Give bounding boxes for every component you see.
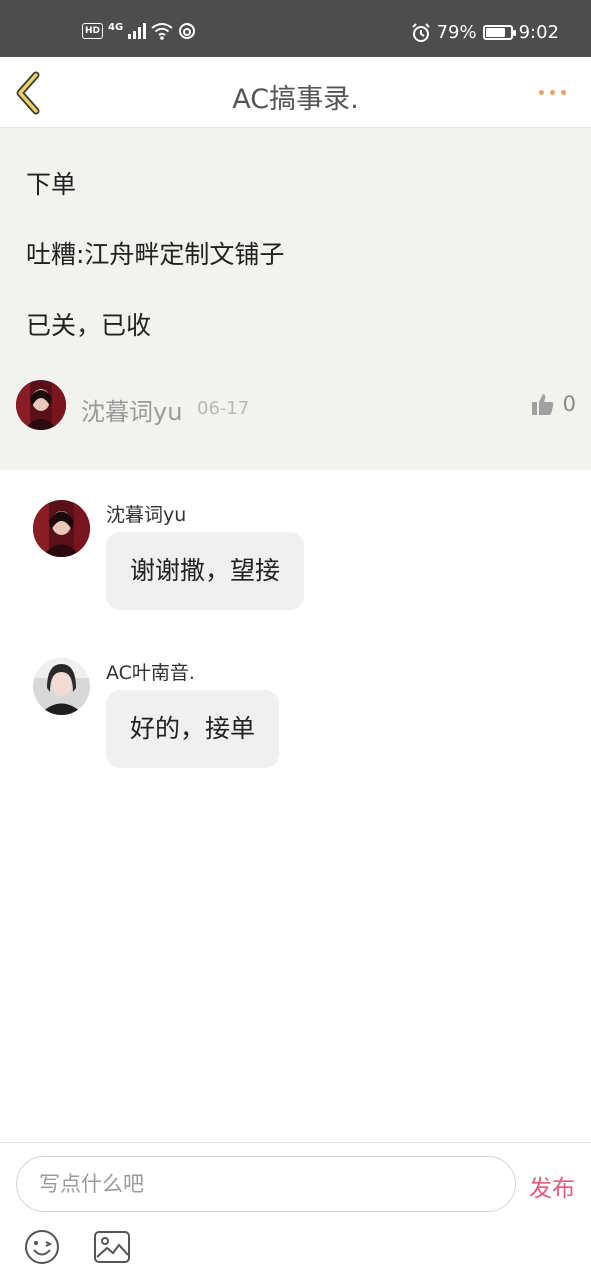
battery-fill (485, 28, 505, 37)
more-dots-icon (550, 89, 555, 95)
avatar[interactable] (33, 500, 90, 557)
battery-icon (482, 25, 516, 40)
more-button[interactable] (539, 85, 571, 99)
image-button[interactable] (94, 1231, 130, 1263)
status-bar: HD 4G 79% 9:02 (0, 0, 591, 57)
image-icon (94, 1231, 130, 1263)
comment-author[interactable]: AC叶南音. (106, 658, 195, 685)
post-line: 吐糟:江舟畔定制文铺子 (26, 240, 285, 269)
post-date: 06-17 (197, 398, 250, 419)
page-title: AC搞事录. (232, 84, 359, 115)
post-line: 已关，已收 (26, 311, 152, 340)
thumbs-up-icon (531, 394, 553, 415)
alarm-icon (411, 22, 430, 42)
like-count: 0 (562, 392, 576, 416)
battery-percent: 79% (436, 22, 477, 43)
publish-button[interactable]: 发布 (529, 1169, 575, 1203)
avatar[interactable] (33, 658, 90, 715)
post-author-name[interactable]: 沈暮词yu (81, 392, 182, 427)
more-dots-icon (561, 89, 566, 95)
status-right: 79% 9:02 (411, 22, 559, 43)
comment-input[interactable] (16, 1156, 516, 1212)
more-dots-icon (539, 89, 544, 95)
comment-composer: 发布 (0, 1142, 591, 1280)
sync-icon (179, 23, 196, 39)
status-left: HD 4G (82, 22, 196, 40)
wifi-icon (151, 23, 173, 40)
top-nav: AC搞事录. (0, 57, 591, 128)
comment-bubble[interactable]: 好的，接单 (106, 690, 280, 768)
post-author-row: 沈暮词yu 06-17 0 (16, 380, 576, 432)
emoji-button[interactable] (24, 1229, 60, 1265)
post-card: 下单 吐糟:江舟畔定制文铺子 已关，已收 沈暮词yu 06-17 0 (0, 128, 591, 470)
emoji-icon (25, 1230, 59, 1264)
avatar[interactable] (16, 380, 66, 430)
comment-author[interactable]: 沈暮词yu (106, 500, 186, 527)
signal-icon (128, 23, 147, 39)
hd-indicator: HD (82, 23, 104, 39)
comment-bubble[interactable]: 谢谢撒，望接 (106, 532, 305, 610)
network-type: 4G (108, 22, 124, 33)
like-button[interactable]: 0 (531, 392, 576, 416)
post-line: 下单 (26, 170, 77, 199)
clock: 9:02 (518, 22, 559, 43)
